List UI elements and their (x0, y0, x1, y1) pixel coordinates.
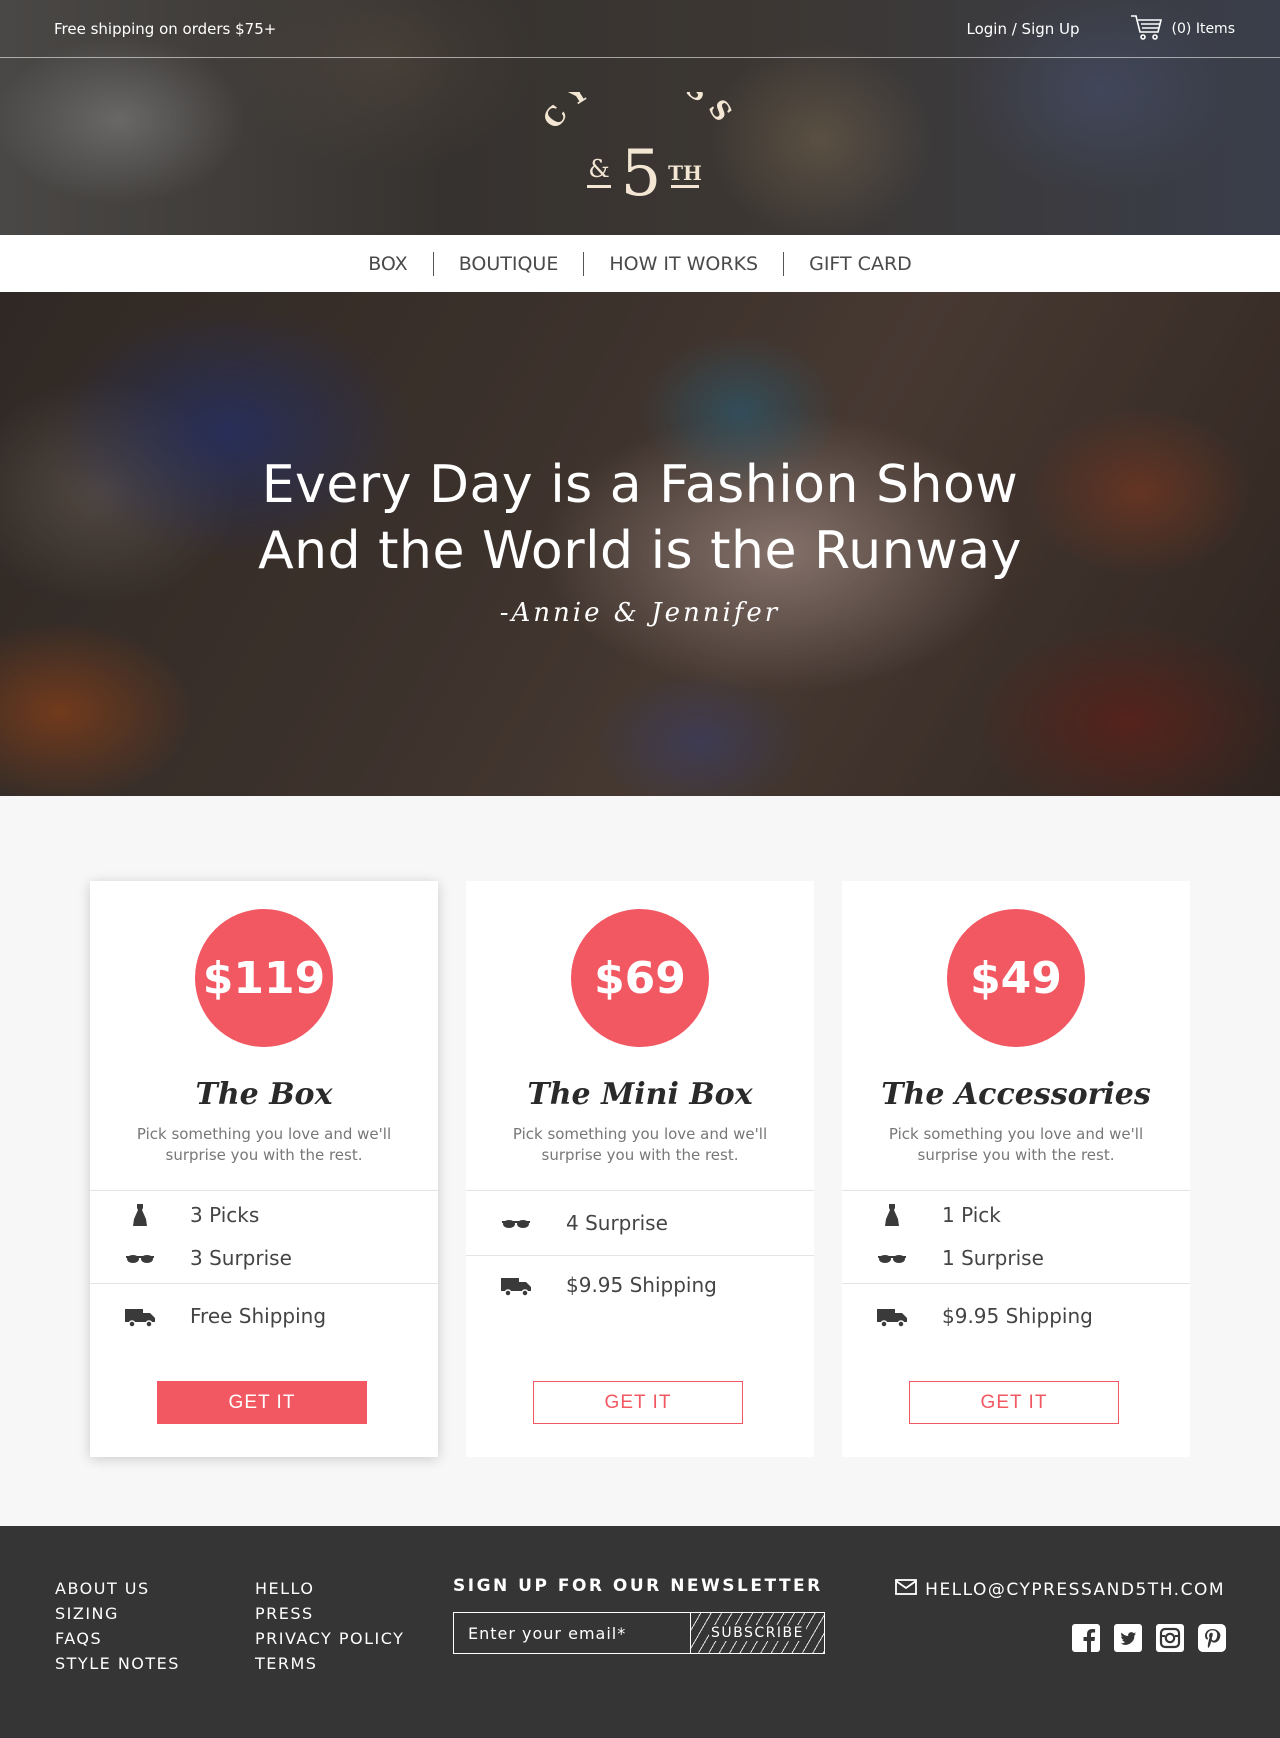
shipping-text: $9.95 Shipping (942, 1304, 1093, 1328)
shipping-row: Free Shipping (90, 1284, 438, 1348)
newsletter-form: Enter your email* SUBSCRIBE (453, 1612, 825, 1654)
shipping-row: $9.95 Shipping (466, 1256, 814, 1314)
plan-card-box: $119 The Box Pick something you love and… (90, 881, 438, 1457)
plan-card-accessories: $49 The Accessories Pick something you l… (842, 881, 1190, 1457)
pinterest-icon[interactable] (1198, 1624, 1226, 1652)
feature-item: 3 Picks (90, 1193, 438, 1236)
nav-boutique[interactable]: BOUTIQUE (434, 252, 584, 276)
feature-list: 1 Pick 1 Surprise (842, 1191, 1190, 1281)
topbar-actions: Login / Sign Up (0) Items (967, 13, 1235, 45)
truck-icon (90, 1304, 190, 1328)
plan-title: The Mini Box (527, 1077, 753, 1112)
price-badge: $49 (947, 909, 1085, 1047)
feature-list: 3 Picks 3 Surprise (90, 1191, 438, 1281)
social-links (1072, 1624, 1226, 1652)
price-badge: $69 (571, 909, 709, 1047)
feature-item: $9.95 Shipping (466, 1258, 814, 1312)
price-badge: $119 (195, 909, 333, 1047)
dress-icon (90, 1203, 190, 1227)
feature-item: 3 Surprise (90, 1236, 438, 1279)
email-input[interactable]: Enter your email* (454, 1613, 691, 1653)
contact-email-link[interactable]: HELLO@CYPRESSAND5TH.COM (895, 1578, 1225, 1601)
plan-card-mini-box: $69 The Mini Box Pick something you love… (466, 881, 814, 1457)
shipping-note: Free shipping on orders $75+ (54, 19, 277, 38)
glasses-icon (90, 1246, 190, 1270)
nav-box[interactable]: BOX (343, 252, 432, 276)
site-footer: ABOUT US SIZING FAQS STYLE NOTES HELLO P… (0, 1526, 1280, 1738)
feature-text: 1 Pick (942, 1202, 1001, 1227)
truck-icon (842, 1304, 942, 1328)
footer-link-hello[interactable]: HELLO (255, 1576, 404, 1601)
svg-text:TH: TH (668, 161, 702, 185)
plan-description: Pick something you love and we'll surpri… (512, 1125, 768, 1164)
svg-text:&: & (588, 155, 609, 183)
feature-text: 1 Surprise (942, 1245, 1044, 1270)
footer-link-style-notes[interactable]: STYLE NOTES (55, 1651, 180, 1676)
facebook-icon[interactable] (1072, 1624, 1100, 1652)
footer-link-terms[interactable]: TERMS (255, 1651, 404, 1676)
get-it-button[interactable]: GET IT (909, 1381, 1119, 1424)
feature-item: 1 Pick (842, 1193, 1190, 1236)
contact-email: HELLO@CYPRESSAND5TH.COM (925, 1579, 1225, 1600)
glasses-icon (466, 1211, 566, 1235)
cart-icon (1130, 13, 1164, 45)
svg-text:5: 5 (621, 137, 662, 204)
hero-banner: Every Day is a Fashion Show And the Worl… (0, 292, 1280, 796)
shipping-text: Free Shipping (190, 1304, 327, 1328)
feature-text: 4 Surprise (566, 1211, 668, 1235)
subscribe-button[interactable]: SUBSCRIBE (691, 1613, 824, 1653)
dress-icon (842, 1203, 942, 1227)
feature-text: 3 Picks (190, 1202, 260, 1227)
feature-text: 3 Surprise (190, 1245, 292, 1270)
envelope-icon (895, 1578, 918, 1601)
footer-links-2: HELLO PRESS PRIVACY POLICY TERMS (255, 1576, 404, 1676)
feature-item: 1 Surprise (842, 1236, 1190, 1279)
newsletter-title: SIGN UP FOR OUR NEWSLETTER (453, 1576, 823, 1596)
shipping-row: $9.95 Shipping (842, 1284, 1190, 1348)
hero-line-1: Every Day is a Fashion Show (261, 455, 1019, 515)
footer-link-privacy[interactable]: PRIVACY POLICY (255, 1626, 404, 1651)
footer-link-faqs[interactable]: FAQS (55, 1626, 180, 1651)
nav-gift-card[interactable]: GIFT CARD (784, 252, 937, 276)
truck-icon (466, 1273, 566, 1297)
instagram-icon[interactable] (1156, 1624, 1184, 1652)
top-bar: Free shipping on orders $75+ Login / Sig… (0, 0, 1280, 58)
footer-link-press[interactable]: PRESS (255, 1601, 404, 1626)
site-header: Free shipping on orders $75+ Login / Sig… (0, 0, 1280, 235)
hero-signature: -Annie & Jennifer (499, 598, 781, 628)
main-nav: BOX BOUTIQUE HOW IT WORKS GIFT CARD (0, 235, 1280, 292)
footer-link-about[interactable]: ABOUT US (55, 1576, 180, 1601)
footer-links-1: ABOUT US SIZING FAQS STYLE NOTES (55, 1576, 180, 1676)
get-it-button[interactable]: GET IT (533, 1381, 743, 1424)
cart-count: (0) Items (1171, 20, 1235, 37)
cart-button[interactable]: (0) Items (1130, 13, 1235, 45)
footer-link-sizing[interactable]: SIZING (55, 1601, 180, 1626)
svg-text:CYPRESS: CYPRESS (538, 92, 743, 135)
subscribe-label: SUBSCRIBE (709, 1625, 806, 1641)
hero-quote: Every Day is a Fashion Show And the Worl… (0, 452, 1280, 628)
plans-section: $119 The Box Pick something you love and… (0, 796, 1280, 1526)
twitter-icon[interactable] (1114, 1624, 1142, 1652)
feature-list: 4 Surprise (466, 1191, 814, 1255)
login-link[interactable]: Login / Sign Up (967, 20, 1080, 38)
site-logo[interactable]: CYPRESS & 5 TH (0, 92, 1280, 204)
glasses-icon (842, 1246, 942, 1270)
plan-description: Pick something you love and we'll surpri… (888, 1125, 1144, 1164)
hero-line-2: And the World is the Runway (258, 521, 1022, 581)
feature-item: $9.95 Shipping (842, 1286, 1190, 1346)
get-it-button[interactable]: GET IT (157, 1381, 367, 1424)
nav-how-it-works[interactable]: HOW IT WORKS (584, 252, 783, 276)
shipping-text: $9.95 Shipping (566, 1273, 717, 1297)
newsletter: SIGN UP FOR OUR NEWSLETTER Enter your em… (453, 1576, 825, 1654)
plan-title: The Box (195, 1077, 333, 1112)
feature-item: 4 Surprise (466, 1193, 814, 1253)
plan-description: Pick something you love and we'll surpri… (136, 1125, 392, 1164)
feature-item: Free Shipping (90, 1286, 438, 1346)
plan-title: The Accessories (881, 1077, 1151, 1112)
